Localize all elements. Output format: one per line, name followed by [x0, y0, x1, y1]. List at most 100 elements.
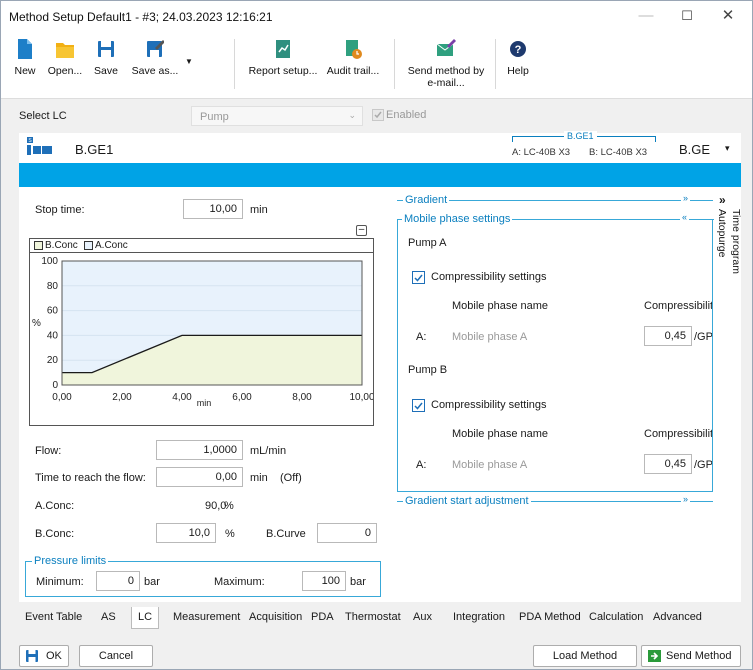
lc-content-panel: Stop time: 10,00 min – B.Conc A.Conc 0 20… [19, 187, 742, 602]
open-button[interactable]: Open... [45, 35, 85, 95]
row-a-compress-input[interactable]: 0,45 [644, 326, 692, 346]
compress-checkbox-a[interactable] [412, 271, 425, 284]
legend-swatch-b [34, 241, 43, 250]
tab-lc[interactable]: LC [131, 607, 160, 629]
system-header: S B.GE1 B.GE1 A: LC-40B X3 B: LC-40B X3 … [19, 131, 741, 163]
mobile-phase-title[interactable]: Mobile phase settings [402, 213, 513, 225]
tab-as[interactable]: AS [95, 607, 122, 629]
report-setup-label: Report setup... [248, 65, 318, 77]
pressure-max-label: Maximum: [214, 576, 265, 588]
unit-dropdown[interactable]: B.GE ▾ [679, 141, 737, 159]
b-conc-input[interactable]: 10,0 [156, 523, 216, 543]
pressure-min-unit: bar [144, 576, 160, 588]
lc-system-icon: S [27, 137, 52, 155]
group-label: B.GE1 [564, 131, 597, 141]
send-method-email-button[interactable]: Send method by e-mail... [401, 35, 491, 95]
send-method-button[interactable]: Send Method [641, 645, 741, 667]
enabled-checkbox[interactable] [372, 109, 384, 121]
stop-time-label: Stop time: [35, 204, 85, 216]
load-method-label: Load Method [552, 650, 618, 662]
save-label: Save [94, 65, 118, 77]
tab-acquisition[interactable]: Acquisition [243, 607, 308, 629]
compress-header-a: Compressibilit [644, 300, 712, 312]
time-to-flow-label: Time to reach the flow: [35, 472, 146, 484]
toolbar-separator-2 [394, 39, 395, 89]
autopurge-side-tab[interactable]: Autopurge [716, 209, 728, 257]
compress-settings-label-b: Compressibility settings [431, 399, 547, 411]
expand-gradient-icon[interactable]: » [681, 193, 691, 203]
report-setup-button[interactable]: Report setup... [247, 35, 319, 95]
tab-thermostat[interactable]: Thermostat [339, 607, 407, 629]
ok-button[interactable]: OK [19, 645, 69, 667]
window-title: Method Setup Default1 - #3; 24.03.2023 1… [9, 10, 273, 24]
b-curve-input[interactable]: 0 [317, 523, 377, 543]
collapse-graph-icon[interactable]: – [356, 225, 367, 236]
tab-calculation[interactable]: Calculation [583, 607, 649, 629]
legend-b-conc: B.Conc [45, 240, 78, 251]
save-as-dropdown-icon[interactable]: ▼ [185, 57, 193, 66]
chart-legend: B.Conc A.Conc [30, 239, 373, 253]
tab-measurement[interactable]: Measurement [167, 607, 246, 629]
select-lc-bar: Select LC Pump ⌄ Enabled [1, 101, 752, 129]
maximize-button[interactable]: ☐ [667, 5, 707, 27]
save-as-icon [147, 40, 164, 57]
gradient-start-label[interactable]: Gradient start adjustment [403, 495, 531, 507]
time-to-flow-unit: min [250, 472, 268, 484]
save-as-button[interactable]: Save as... [129, 35, 181, 95]
close-button[interactable]: ✕ [708, 5, 748, 27]
save-button[interactable]: Save [89, 35, 123, 95]
tab-pda-method[interactable]: PDA Method [513, 607, 587, 629]
row-a-label: A: [416, 331, 427, 343]
time-to-flow-input[interactable]: 0,00 [156, 467, 243, 487]
y-tick-label: 80 [47, 281, 59, 292]
load-method-button[interactable]: Load Method [533, 645, 637, 667]
tab-pda[interactable]: PDA [305, 607, 340, 629]
a-unit-label: A: LC-40B X3 [512, 147, 571, 158]
check-icon [414, 402, 423, 410]
pressure-limits-title: Pressure limits [32, 555, 109, 567]
expand-side-panel-icon[interactable]: » [719, 193, 726, 207]
minimize-button[interactable]: — [626, 5, 666, 27]
tab-aux[interactable]: Aux [407, 607, 438, 629]
pressure-max-input[interactable]: 100 [302, 571, 346, 591]
x-axis-label: min [197, 398, 212, 408]
save-icon [26, 650, 38, 662]
stop-time-input[interactable]: 10,00 [183, 199, 243, 219]
time-program-side-tab[interactable]: Time program [730, 209, 742, 274]
tab-advanced[interactable]: Advanced [647, 607, 708, 629]
row-b-label: A: [416, 459, 427, 471]
mobile-phase-name-header-a: Mobile phase name [452, 300, 549, 312]
check-icon [414, 274, 423, 282]
compress-checkbox-b[interactable] [412, 399, 425, 412]
title-bar: Method Setup Default1 - #3; 24.03.2023 1… [1, 1, 752, 31]
row-b-compress-input[interactable]: 0,45 [644, 454, 692, 474]
row-b-unit: /GPa [694, 459, 712, 471]
y-axis-label: % [32, 318, 41, 329]
help-button[interactable]: ? Help [503, 35, 533, 95]
check-icon [374, 111, 382, 119]
select-lc-label: Select LC [19, 110, 67, 122]
tab-event-table[interactable]: Event Table [19, 607, 88, 629]
svg-text:?: ? [515, 44, 522, 56]
mobile-phase-group: Mobile phase settings « Pump A Compressi… [397, 212, 714, 492]
gradient-section-label[interactable]: Gradient [403, 194, 450, 206]
b-unit-label: B: LC-40B X3 [589, 147, 648, 158]
ok-label: OK [46, 650, 62, 662]
cancel-button[interactable]: Cancel [79, 645, 153, 667]
audit-trail-label: Audit trail... [326, 65, 380, 77]
b-conc-unit: % [225, 528, 235, 540]
chart-plot: 0 20 40 60 80 100 0,00 2,00 4,00 6,00 8,00 10,00% mi… [32, 256, 373, 408]
flow-input[interactable]: 1,0000 [156, 440, 243, 460]
new-button[interactable]: New [7, 35, 43, 95]
pressure-limits-group: Pressure limits Minimum: 0 bar Maximum: … [25, 555, 381, 597]
y-tick-label: 60 [47, 306, 59, 317]
collapse-mobile-phase-icon[interactable]: « [680, 212, 690, 222]
chevron-down-icon: ▾ [725, 143, 730, 153]
report-icon [276, 40, 290, 58]
pressure-min-input[interactable]: 0 [96, 571, 140, 591]
audit-trail-button[interactable]: Audit trail... [321, 35, 385, 95]
tab-integration[interactable]: Integration [447, 607, 511, 629]
expand-gradient-start-icon[interactable]: » [681, 494, 691, 504]
mobile-phase-name-header-b: Mobile phase name [452, 428, 549, 440]
select-lc-dropdown[interactable]: Pump ⌄ [191, 106, 363, 126]
